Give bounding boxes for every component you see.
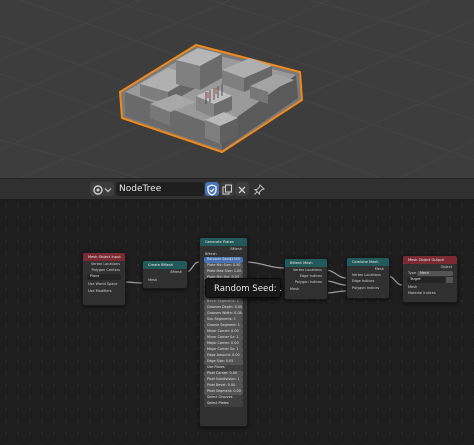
param-field[interactable]: Minor Corner: 0.00 <box>204 329 243 335</box>
use-modifiers-toggle[interactable]: Use Modifiers <box>83 288 125 294</box>
unlink-button[interactable] <box>235 182 249 196</box>
socket-polygon-indices-in[interactable]: Polygon Indices <box>347 285 389 291</box>
param-field[interactable]: Sub Segments: 1 <box>204 317 243 323</box>
node-header[interactable]: Create BMesh <box>143 261 187 269</box>
select-plates-toggle[interactable]: Select Plates <box>204 401 243 407</box>
node-mesh-object-input[interactable]: Mesh Object Input Vertex Locations Polyg… <box>82 252 126 306</box>
param-field[interactable]: Bevel Segments: 1 <box>204 299 243 305</box>
socket-bmesh-out[interactable]: BMesh <box>143 269 187 275</box>
tooltip: Random Seed: . <box>205 278 282 298</box>
type-dropdown[interactable]: Mesh <box>417 270 453 277</box>
node-header[interactable]: Mesh Object Input <box>83 253 125 261</box>
socket-material-indices-in[interactable]: Material Indices <box>403 290 457 296</box>
param-field[interactable]: Groove Segment: 1 <box>204 323 243 329</box>
node-combine-mesh[interactable]: Combine Mesh Mesh Vertex Locations Edge … <box>346 257 390 299</box>
node-header[interactable]: BMesh Mesh <box>285 259 327 267</box>
param-field[interactable]: Minor Corner Sz: 1 <box>204 335 243 341</box>
node-header[interactable]: Combine Mesh <box>347 258 389 266</box>
random-seed-field[interactable]: Random Seed 12345 <box>204 257 243 263</box>
param-field[interactable]: Edge Amount: 0.00 <box>204 353 243 359</box>
eyedropper-icon[interactable] <box>446 277 453 283</box>
param-field[interactable]: Major Corner Sz: 1 <box>204 347 243 353</box>
node-tree-icon <box>93 185 103 195</box>
node-header[interactable]: Generate Plates <box>200 238 247 246</box>
fake-user-shield-icon <box>207 184 217 196</box>
node-editor-header: NodeTree <box>0 178 474 200</box>
select-grooves-toggle[interactable]: Select Grooves <box>204 395 243 401</box>
duplicate-icon <box>222 184 232 195</box>
param-field[interactable]: Pixel Subdivision: 1 <box>204 377 243 383</box>
node-bmesh-mesh[interactable]: BMesh Mesh Vertex Locations Edge Indices… <box>284 258 328 300</box>
node-tree-name-field[interactable]: NodeTree <box>116 182 204 196</box>
close-icon <box>238 186 246 194</box>
param-field[interactable]: Pixel Segment: 0.00 <box>204 389 243 395</box>
fake-user-button[interactable] <box>205 182 219 196</box>
param-field[interactable]: Grooves Depth: 0.00 <box>204 305 243 311</box>
node-tree-browse-button[interactable] <box>90 182 114 196</box>
param-field[interactable]: Plate Max Size: 1.00 <box>204 269 243 275</box>
param-field[interactable]: Major Corner: 0.00 <box>204 341 243 347</box>
viewport-grid-and-model <box>0 0 474 178</box>
socket-bmesh-in[interactable]: Mesh <box>285 286 327 292</box>
pin-icon <box>253 184 265 196</box>
use-plates-toggle[interactable]: Use Plates <box>204 365 243 371</box>
duplicate-button[interactable] <box>220 182 234 196</box>
socket-mesh-in[interactable]: Mesh <box>143 277 187 283</box>
param-field[interactable]: Pixel Corner: 0.00 <box>204 371 243 377</box>
node-mesh-object-output[interactable]: Mesh Object Output Object Type Mesh Targ… <box>402 255 458 303</box>
param-field[interactable]: Grooves Width: 0.08 <box>204 311 243 317</box>
pin-button[interactable] <box>252 182 266 196</box>
3d-viewport[interactable] <box>0 0 474 178</box>
object-field[interactable]: Plane <box>87 274 121 280</box>
chevron-down-icon <box>104 188 112 193</box>
node-header[interactable]: Mesh Object Output <box>403 256 457 264</box>
node-create-bmesh[interactable]: Create BMesh BMesh Mesh <box>142 260 188 289</box>
param-field[interactable]: Edge Size: 0.05 <box>204 359 243 365</box>
plated-mesh-model <box>118 43 304 154</box>
node-generate-plates[interactable]: Generate Plates BMesh BMesh Random Seed … <box>199 237 248 427</box>
type-label: Type <box>408 271 417 276</box>
param-field[interactable]: Plate Min Size: 0.50 <box>204 263 243 269</box>
param-field[interactable]: Pixel Bevel: 0.00 <box>204 383 243 389</box>
target-object-field[interactable]: Target <box>407 277 445 283</box>
